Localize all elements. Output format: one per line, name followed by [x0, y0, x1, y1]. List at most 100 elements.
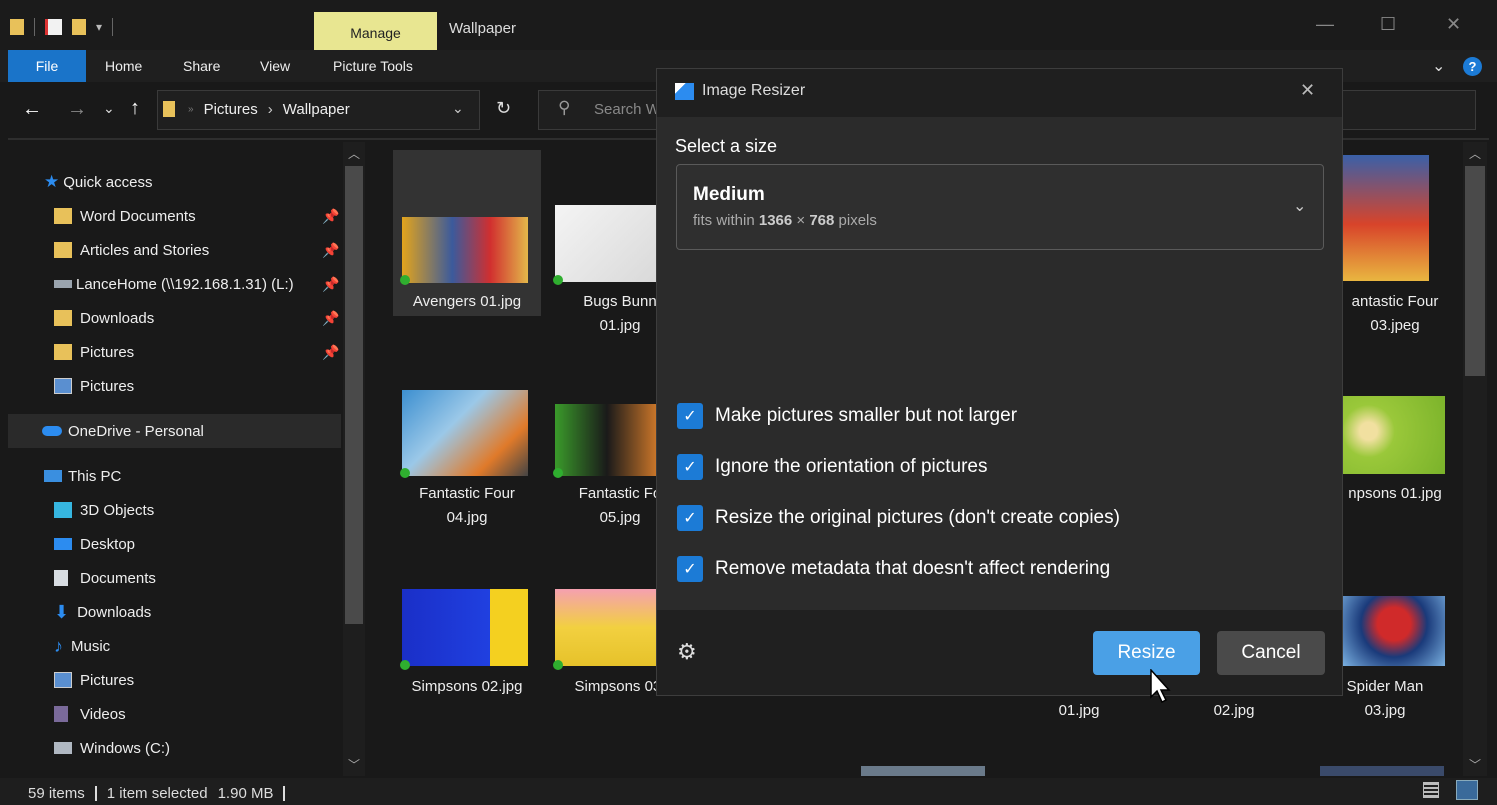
pin-icon[interactable]: 📌	[322, 208, 339, 225]
selection-size: 1.90 MB	[217, 785, 274, 802]
forward-icon[interactable]: →	[67, 98, 87, 121]
sidebar-item-music[interactable]: ♪ Music	[54, 630, 110, 662]
size-dropdown[interactable]	[676, 164, 1324, 250]
checkbox-remove-metadata[interactable]: ✓	[677, 556, 703, 582]
tab-share[interactable]: Share	[183, 58, 220, 74]
thumbnail-fantastic-four-03[interactable]	[1343, 155, 1429, 281]
thumbnail-simpsons-02[interactable]	[402, 589, 528, 666]
sidebar-item-downloads-pc[interactable]: ⬇ Downloads	[54, 596, 151, 628]
scroll-up-icon[interactable]: ︿	[348, 145, 360, 162]
breadcrumb-separator-icon: ›	[267, 101, 273, 118]
checkmark-icon: ✓	[683, 561, 697, 578]
breadcrumb-pictures[interactable]: Pictures	[204, 101, 258, 118]
maximize-button[interactable]: ☐	[1380, 14, 1396, 35]
dialog-close-button[interactable]: ✕	[1300, 80, 1315, 101]
drive-icon	[54, 742, 72, 754]
download-arrow-icon: ⬇	[54, 601, 70, 622]
item-count: 59 items	[28, 785, 85, 802]
thumbnail-partial[interactable]	[861, 766, 985, 776]
thumbnail-bugs-bunny[interactable]	[555, 205, 659, 282]
sidebar-item-articles-and-stories[interactable]: Articles and Stories 📌	[54, 234, 344, 266]
sidebar-item-word-documents[interactable]: Word Documents 📌	[54, 200, 344, 232]
sync-status-icon	[400, 660, 410, 670]
size-name: Medium	[693, 184, 765, 205]
thumbnail-partial[interactable]	[1320, 766, 1444, 776]
sidebar-item-downloads[interactable]: Downloads 📌	[54, 302, 344, 334]
properties-icon[interactable]	[45, 19, 62, 35]
sidebar-item-pictures-library[interactable]: Pictures	[54, 370, 134, 402]
checkbox-smaller-only[interactable]: ✓	[677, 403, 703, 429]
cancel-button[interactable]: Cancel	[1217, 631, 1325, 675]
documents-icon	[54, 570, 68, 586]
sync-status-icon	[553, 468, 563, 478]
file-name: 01.jpg	[1058, 702, 1100, 719]
folder-icon	[54, 310, 72, 326]
image-resizer-dialog	[656, 68, 1343, 696]
pin-icon[interactable]: 📌	[322, 242, 339, 259]
breadcrumb: » Pictures › Wallpaper	[188, 101, 350, 118]
customize-toolbar-icon[interactable]: ▾	[96, 20, 102, 34]
tab-home[interactable]: Home	[105, 58, 142, 74]
mouse-pointer-icon	[1150, 669, 1171, 704]
sync-status-icon	[553, 660, 563, 670]
up-icon[interactable]: ↑	[130, 97, 140, 120]
tab-view[interactable]: View	[260, 58, 290, 74]
dialog-title: Image Resizer	[702, 82, 806, 99]
settings-gear-icon[interactable]: ⚙	[677, 639, 697, 665]
thumbnail-fantastic-four-05[interactable]	[555, 404, 659, 476]
back-icon[interactable]: ←	[22, 98, 42, 121]
file-name: Fantastic Four 04.jpg	[419, 485, 515, 526]
pin-icon[interactable]: 📌	[322, 310, 339, 327]
sidebar-scroll-thumb[interactable]	[345, 166, 363, 624]
sidebar-item-pictures-pc[interactable]: Pictures	[54, 664, 134, 696]
address-dropdown-icon[interactable]: ⌄	[452, 100, 464, 117]
onedrive-label-row: OneDrive - Personal	[42, 415, 204, 447]
checkbox-resize-original[interactable]: ✓	[677, 505, 703, 531]
folder-icon	[54, 344, 72, 360]
minimize-button[interactable]: —	[1316, 14, 1334, 35]
checkbox-ignore-orientation[interactable]: ✓	[677, 454, 703, 480]
thumbnail-fantastic-four-04[interactable]	[402, 390, 528, 476]
selection-count: 1 item selected	[106, 785, 208, 802]
sidebar-item-documents[interactable]: Documents	[54, 562, 156, 594]
close-window-button[interactable]: ✕	[1446, 14, 1461, 35]
sidebar-item-videos[interactable]: Videos	[54, 698, 126, 730]
checkmark-icon: ✓	[683, 510, 697, 527]
expand-ribbon-icon[interactable]: ⌄	[1432, 56, 1445, 76]
details-view-icon[interactable]	[1423, 782, 1439, 798]
resize-button[interactable]: Resize	[1093, 631, 1200, 675]
scroll-down-icon[interactable]: ﹀	[1469, 756, 1481, 773]
pin-icon[interactable]: 📌	[322, 344, 339, 361]
thumbnail-simpsons-01[interactable]	[1343, 396, 1445, 474]
content-scroll-thumb[interactable]	[1465, 166, 1485, 376]
large-icons-view-icon[interactable]	[1456, 780, 1478, 800]
sidebar-item-pictures[interactable]: Pictures 📌	[54, 336, 344, 368]
scroll-down-icon[interactable]: ﹀	[348, 756, 360, 773]
star-icon: ★	[44, 172, 60, 191]
folder-icon	[54, 208, 72, 224]
help-icon[interactable]: ?	[1463, 57, 1482, 76]
manage-tab[interactable]: Manage	[314, 12, 437, 50]
sidebar-item-windows-c[interactable]: Windows (C:)	[54, 732, 170, 764]
sidebar-item-this-pc[interactable]: This PC	[44, 460, 121, 492]
thumbnail-avengers[interactable]	[402, 217, 528, 283]
sidebar-item-quick-access[interactable]: ★ Quick access	[44, 166, 152, 198]
folder-icon[interactable]	[10, 19, 24, 35]
new-folder-icon[interactable]	[72, 19, 86, 35]
sidebar-item-desktop[interactable]: Desktop	[54, 528, 135, 560]
sync-status-icon	[400, 468, 410, 478]
title-bar	[0, 0, 1497, 50]
pin-icon[interactable]: 📌	[322, 276, 339, 293]
refresh-icon[interactable]: ↻	[496, 98, 511, 119]
videos-icon	[54, 706, 68, 722]
tab-file[interactable]: File	[8, 50, 86, 82]
sidebar-item-lancehome[interactable]: LanceHome (\\192.168.1.31) (L:) 📌	[54, 268, 344, 300]
thumbnail-spider-man-03[interactable]	[1343, 596, 1445, 666]
sidebar-item-3d-objects[interactable]: 3D Objects	[54, 494, 154, 526]
scroll-up-icon[interactable]: ︿	[1469, 145, 1481, 162]
tab-picture-tools[interactable]: Picture Tools	[333, 58, 413, 74]
recent-locations-icon[interactable]: ⌄	[103, 100, 115, 117]
folder-icon	[163, 101, 175, 117]
breadcrumb-wallpaper[interactable]: Wallpaper	[283, 101, 350, 118]
thumbnail-simpsons-03[interactable]	[555, 589, 659, 666]
